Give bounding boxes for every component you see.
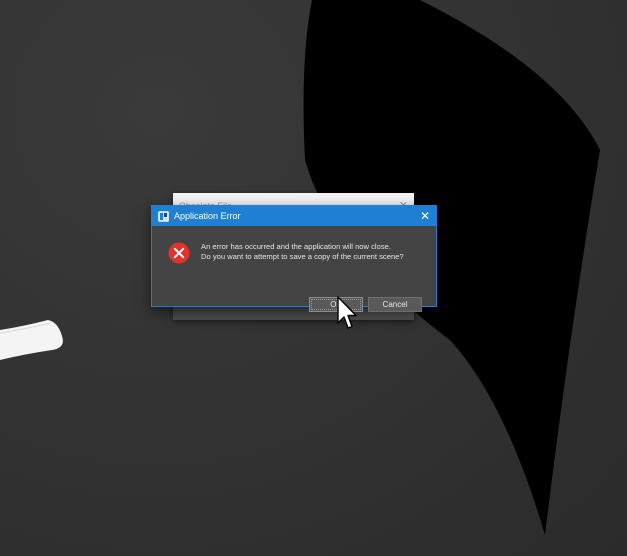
mouse-pointer-icon	[337, 296, 357, 329]
dialog-titlebar[interactable]: Application Error ✕	[152, 206, 436, 226]
close-button[interactable]: ✕	[414, 206, 436, 226]
error-message-line-1: An error has occurred and the applicatio…	[201, 242, 391, 251]
white-pillow-object	[0, 320, 63, 360]
application-error-dialog: Application Error ✕ An error has occurre…	[151, 205, 437, 312]
error-message: An error has occurred and the applicatio…	[201, 242, 404, 262]
dialog-title: Application Error	[174, 211, 241, 221]
app-icon	[158, 210, 169, 222]
cancel-button[interactable]: Cancel	[368, 297, 422, 312]
error-icon	[168, 242, 190, 264]
dialog-body: An error has occurred and the applicatio…	[152, 226, 436, 312]
viewport-3d[interactable]: Obsolete File ✕ Application Error ✕ An e…	[0, 0, 627, 556]
error-message-line-2: Do you want to attempt to save a copy of…	[201, 252, 404, 261]
